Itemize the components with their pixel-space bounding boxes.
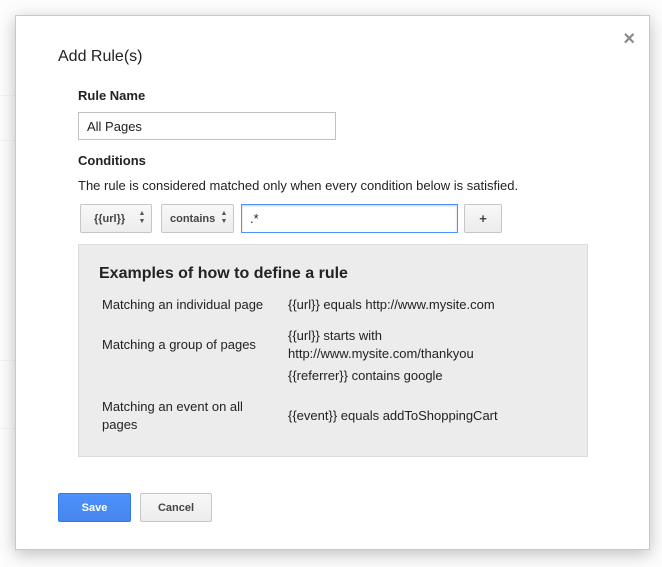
- updown-arrows-icon: ▲ ▼: [138, 210, 146, 225]
- updown-arrows-icon: ▲ ▼: [220, 210, 228, 225]
- add-rule-dialog: × Add Rule(s) Rule Name Conditions The r…: [15, 15, 650, 550]
- examples-panel: Examples of how to define a rule Matchin…: [78, 244, 588, 457]
- cancel-button[interactable]: Cancel: [140, 493, 212, 522]
- example-value: {{url}} equals http://www.mysite.com: [288, 297, 495, 312]
- operator-select-value: contains: [170, 212, 216, 225]
- save-button[interactable]: Save: [58, 493, 131, 522]
- example-label: Matching an event on all pages: [102, 399, 243, 432]
- add-condition-button[interactable]: +: [464, 204, 502, 233]
- rule-name-input[interactable]: [78, 112, 336, 140]
- close-icon[interactable]: ×: [623, 29, 635, 49]
- variable-select[interactable]: {{url}} ▲ ▼: [80, 204, 152, 233]
- rule-name-label: Rule Name: [78, 88, 146, 103]
- conditions-label: Conditions: [78, 153, 146, 168]
- condition-value-input[interactable]: [241, 204, 458, 233]
- example-label: Matching a group of pages: [102, 337, 256, 352]
- examples-title: Examples of how to define a rule: [99, 265, 348, 282]
- example-value: {{event}} equals addToShoppingCart: [288, 408, 498, 423]
- example-label: Matching an individual page: [102, 297, 264, 312]
- example-value: {{referrer}} contains google: [288, 368, 443, 383]
- operator-select[interactable]: contains ▲ ▼: [161, 204, 234, 233]
- conditions-description: The rule is considered matched only when…: [78, 178, 519, 193]
- variable-select-value: {{url}}: [94, 212, 126, 225]
- dialog-title: Add Rule(s): [58, 48, 143, 65]
- example-value: {{url}} starts with http://www.mysite.co…: [288, 328, 474, 361]
